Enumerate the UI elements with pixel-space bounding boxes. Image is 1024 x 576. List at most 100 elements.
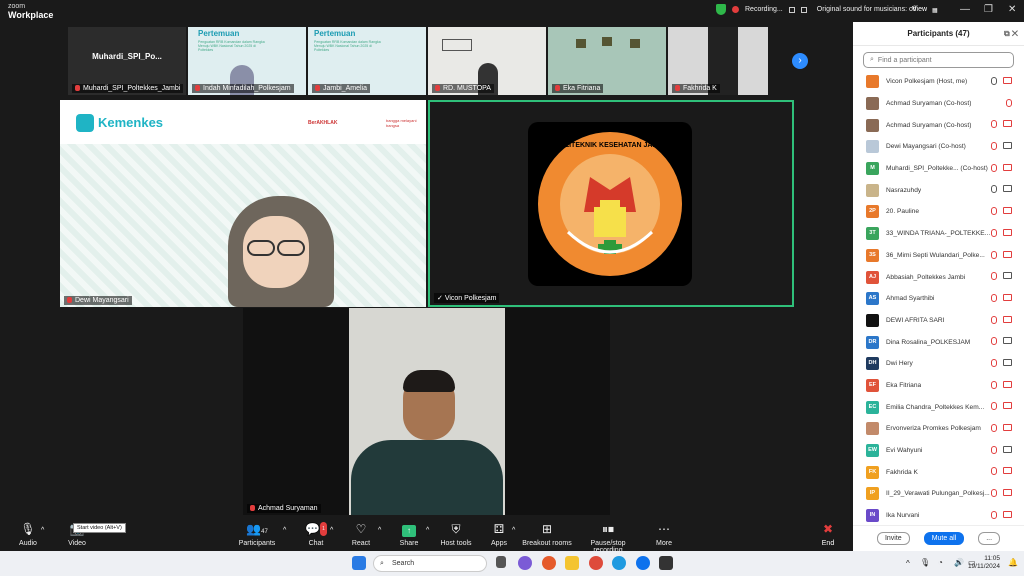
apps-button[interactable]: ⚃ Apps <box>474 519 524 547</box>
video-camera-icon[interactable] <box>1003 272 1012 280</box>
participants-button[interactable]: 👥47 Participants <box>232 519 282 547</box>
video-camera-off-icon[interactable] <box>1003 250 1012 258</box>
participant-row[interactable]: EC Emilia Chandra_Poltekkes Kem... <box>853 396 1024 418</box>
microphone-muted-icon[interactable] <box>991 402 997 411</box>
file-explorer-icon[interactable] <box>565 556 579 570</box>
more-button[interactable]: ⋯ More <box>639 519 689 547</box>
participant-row[interactable]: DH Dwi Hery <box>853 353 1024 375</box>
participant-row[interactable]: 3T 33_WINDA TRIANA-_POLTEKKE... <box>853 223 1024 245</box>
next-page-arrow-icon[interactable]: › <box>792 53 808 69</box>
wifi-icon[interactable]: ◔ <box>938 558 943 567</box>
video-tile-main[interactable]: Kemenkes BerAKHLAK bangga melayani bangs… <box>60 100 426 307</box>
participant-row[interactable]: IN Ika Nurvani <box>853 505 1024 527</box>
terminal-icon[interactable] <box>659 556 673 570</box>
video-camera-off-icon[interactable] <box>1003 380 1012 388</box>
participant-row[interactable]: FK Fakhrida K <box>853 461 1024 483</box>
pause-recording-icon[interactable] <box>788 6 795 13</box>
encryption-shield-icon[interactable] <box>716 4 726 15</box>
video-camera-off-icon[interactable] <box>1003 77 1012 84</box>
close-window-icon[interactable]: ✕ <box>1008 4 1016 15</box>
microphone-muted-icon[interactable] <box>991 358 997 367</box>
popout-close-icons[interactable]: ⧉ ✕ <box>1004 29 1018 39</box>
video-tile[interactable]: Pertemuan Penguatan RRB Komandan dalam R… <box>308 27 426 95</box>
video-tile[interactable]: RD. MUSTOPA <box>428 27 546 95</box>
react-options-chevron-icon[interactable]: ^ <box>378 527 381 534</box>
clock[interactable]: 11:05 19/11/2024 <box>968 555 1000 571</box>
tray-chevron-icon[interactable]: ^ <box>906 559 910 568</box>
participant-row[interactable]: Nasrazuhdy <box>853 179 1024 201</box>
video-tile[interactable]: Muhardi_SPI_Po... Muhardi_SPI_Poltekkes_… <box>68 27 186 95</box>
video-camera-off-icon[interactable] <box>1003 207 1012 215</box>
participant-row[interactable]: DEWI AFRITA SARI <box>853 310 1024 332</box>
video-camera-off-icon[interactable] <box>1003 467 1012 475</box>
participant-row[interactable]: Ervonveriza Promkes Polkesjam <box>853 418 1024 440</box>
microphone-tray-icon[interactable]: 🎙 <box>920 558 930 567</box>
chat-options-chevron-icon[interactable]: ^ <box>330 527 333 534</box>
microphone-muted-icon[interactable] <box>991 228 997 237</box>
grid-view-icon[interactable]: ▦ <box>932 7 938 14</box>
participant-row[interactable]: IP II_29_Verawati Pulungan_Polkesj... <box>853 483 1024 505</box>
windows-start-icon[interactable] <box>352 556 366 570</box>
mute-all-button[interactable]: Mute all <box>923 532 965 545</box>
apps-options-chevron-icon[interactable]: ^ <box>512 527 515 534</box>
video-camera-off-icon[interactable] <box>1003 489 1012 497</box>
participant-row[interactable]: Dewi Mayangsari (Co-host) <box>853 136 1024 158</box>
participant-row[interactable]: AJ Abbasiah_Poltekkes Jambi <box>853 266 1024 288</box>
participant-row[interactable]: DR Dina Rosalina_POLKESJAM <box>853 331 1024 353</box>
microphone-muted-icon[interactable] <box>991 207 997 216</box>
microphone-muted-icon[interactable] <box>991 250 997 259</box>
video-camera-icon[interactable] <box>1003 337 1012 345</box>
volume-icon[interactable]: 🔊 <box>954 558 964 567</box>
video-tile[interactable]: Pertemuan Penguatan RRB Komandan dalam R… <box>188 27 306 95</box>
video-camera-off-icon[interactable] <box>1003 163 1012 171</box>
participant-row[interactable]: Achmad Suryaman (Co-host) <box>853 114 1024 136</box>
participant-row[interactable]: EW Evi Wahyuni <box>853 440 1024 462</box>
minimize-icon[interactable]: — <box>960 4 970 15</box>
video-tile[interactable]: Fakhrida K <box>668 27 768 95</box>
microphone-muted-icon[interactable] <box>991 380 997 389</box>
microphone-muted-icon[interactable] <box>991 467 997 476</box>
participant-row[interactable]: 2P 20. Pauline <box>853 201 1024 223</box>
notification-icon[interactable]: 🔔 <box>1008 558 1018 567</box>
microphone-muted-icon[interactable] <box>991 489 997 498</box>
maximize-icon[interactable]: ❐ <box>984 4 993 15</box>
microphone-muted-icon[interactable] <box>991 142 997 151</box>
audio-options-chevron-icon[interactable]: ^ <box>41 527 44 534</box>
firefox-icon[interactable] <box>542 556 556 570</box>
end-meeting-button[interactable]: ✖ End <box>803 519 853 547</box>
microphone-muted-icon[interactable] <box>991 315 997 324</box>
video-camera-off-icon[interactable] <box>1003 228 1012 236</box>
taskbar-search[interactable]: ⌕ Search <box>373 555 487 572</box>
microphone-muted-icon[interactable] <box>991 272 997 281</box>
chrome-icon[interactable] <box>589 556 603 570</box>
original-sound-status[interactable]: Original sound for musicians: off <box>817 6 917 13</box>
microphone-muted-icon[interactable] <box>991 120 997 129</box>
video-camera-icon[interactable] <box>1003 185 1012 193</box>
participant-row[interactable]: M Muhardi_SPI_Poltekke... (Co-host) <box>853 158 1024 180</box>
microphone-muted-icon[interactable] <box>991 424 997 432</box>
participant-row[interactable]: Vicon Polkesjam (Host, me) <box>853 71 1024 93</box>
share-options-chevron-icon[interactable]: ^ <box>426 527 429 534</box>
participant-row[interactable]: EF Eka Fitriana <box>853 375 1024 397</box>
video-camera-off-icon[interactable] <box>1003 402 1012 410</box>
microphone-muted-icon[interactable] <box>991 337 997 346</box>
stop-recording-icon[interactable] <box>800 6 807 13</box>
chat-button[interactable]: 💬 1 Chat <box>291 519 341 547</box>
active-speaker-tile[interactable]: POLITEKNIK KESEHATAN JAMBI ✓ Vicon Polke… <box>428 100 794 307</box>
pause-stop-recording-button[interactable]: ⏸⏹Pause/stop recording <box>576 519 640 554</box>
participant-row[interactable]: 3S 36_Mimi Septi Wulandari_Polke... <box>853 245 1024 267</box>
microphone-muted-icon[interactable] <box>991 510 997 519</box>
microphone-muted-icon[interactable] <box>1006 98 1012 107</box>
more-options-button[interactable]: ... <box>978 532 1001 545</box>
copilot-icon[interactable] <box>518 556 532 570</box>
participant-search-input[interactable]: ⌕ Find a participant <box>863 52 1014 68</box>
video-camera-icon[interactable] <box>1003 358 1012 366</box>
microphone-muted-icon[interactable] <box>991 163 997 172</box>
video-camera-off-icon[interactable] <box>1003 510 1012 518</box>
breakout-rooms-button[interactable]: ⊞ Breakout rooms <box>519 519 575 547</box>
microphone-icon[interactable] <box>991 185 997 194</box>
video-camera-off-icon[interactable] <box>1003 315 1012 323</box>
edge-icon[interactable] <box>612 556 626 570</box>
microphone-icon[interactable] <box>991 77 997 85</box>
task-view-icon[interactable] <box>496 556 506 568</box>
